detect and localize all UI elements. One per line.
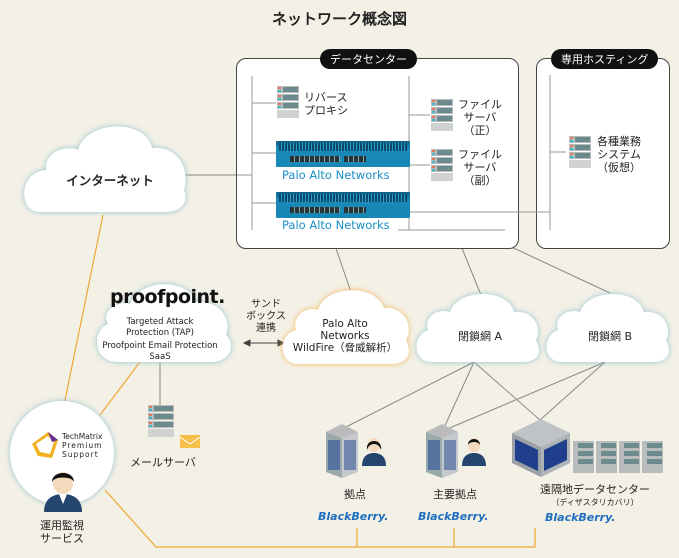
branch-label: 拠点 [344,488,366,501]
closed-network-b-label: 閉鎖網 B [587,330,633,343]
main-branch-label: 主要拠点 [433,488,477,501]
techmatrix-text: TechMatrix Premium Support [62,432,103,459]
branch-building-icon [326,424,358,482]
proofpoint-logo: proofpoint. [110,286,225,308]
blackberry-logo-remote: BlackBerry. [545,511,616,524]
operator-avatar-icon [44,470,82,516]
proofpoint-text: Targeted Attack Protection (TAP) Proofpoi… [102,317,218,362]
wildfire-label: Palo Alto Networks WildFire（脅威解析） [292,318,398,354]
remote-server-rack-icons [573,441,665,477]
branch-user-female-icon [362,436,386,470]
mail-server-icon [148,405,174,437]
ops-label: 運用監視 サービス [40,519,84,545]
closed-network-b-cloud [546,294,669,362]
remote-datacenter-sublabel: （ディザスタリカバリ） [551,498,639,507]
closed-network-a-label: 閉鎖網 A [457,330,503,343]
main-branch-user-icon [462,436,486,470]
blackberry-logo-branch: BlackBerry. [318,510,389,523]
internet-label: インターネット [66,173,154,188]
techmatrix-logo-icon [30,432,60,464]
closed-network-a-cloud [416,294,539,362]
main-branch-building-icon [426,424,458,482]
envelope-icon [179,435,201,448]
remote-datacenter-label: 遠隔地データセンター [540,483,650,496]
blackberry-logo-main: BlackBerry. [418,510,489,523]
internet-cloud [24,126,186,212]
mail-server-label: メールサーバ [130,456,196,469]
remote-datacenter-building-icon [512,417,570,481]
